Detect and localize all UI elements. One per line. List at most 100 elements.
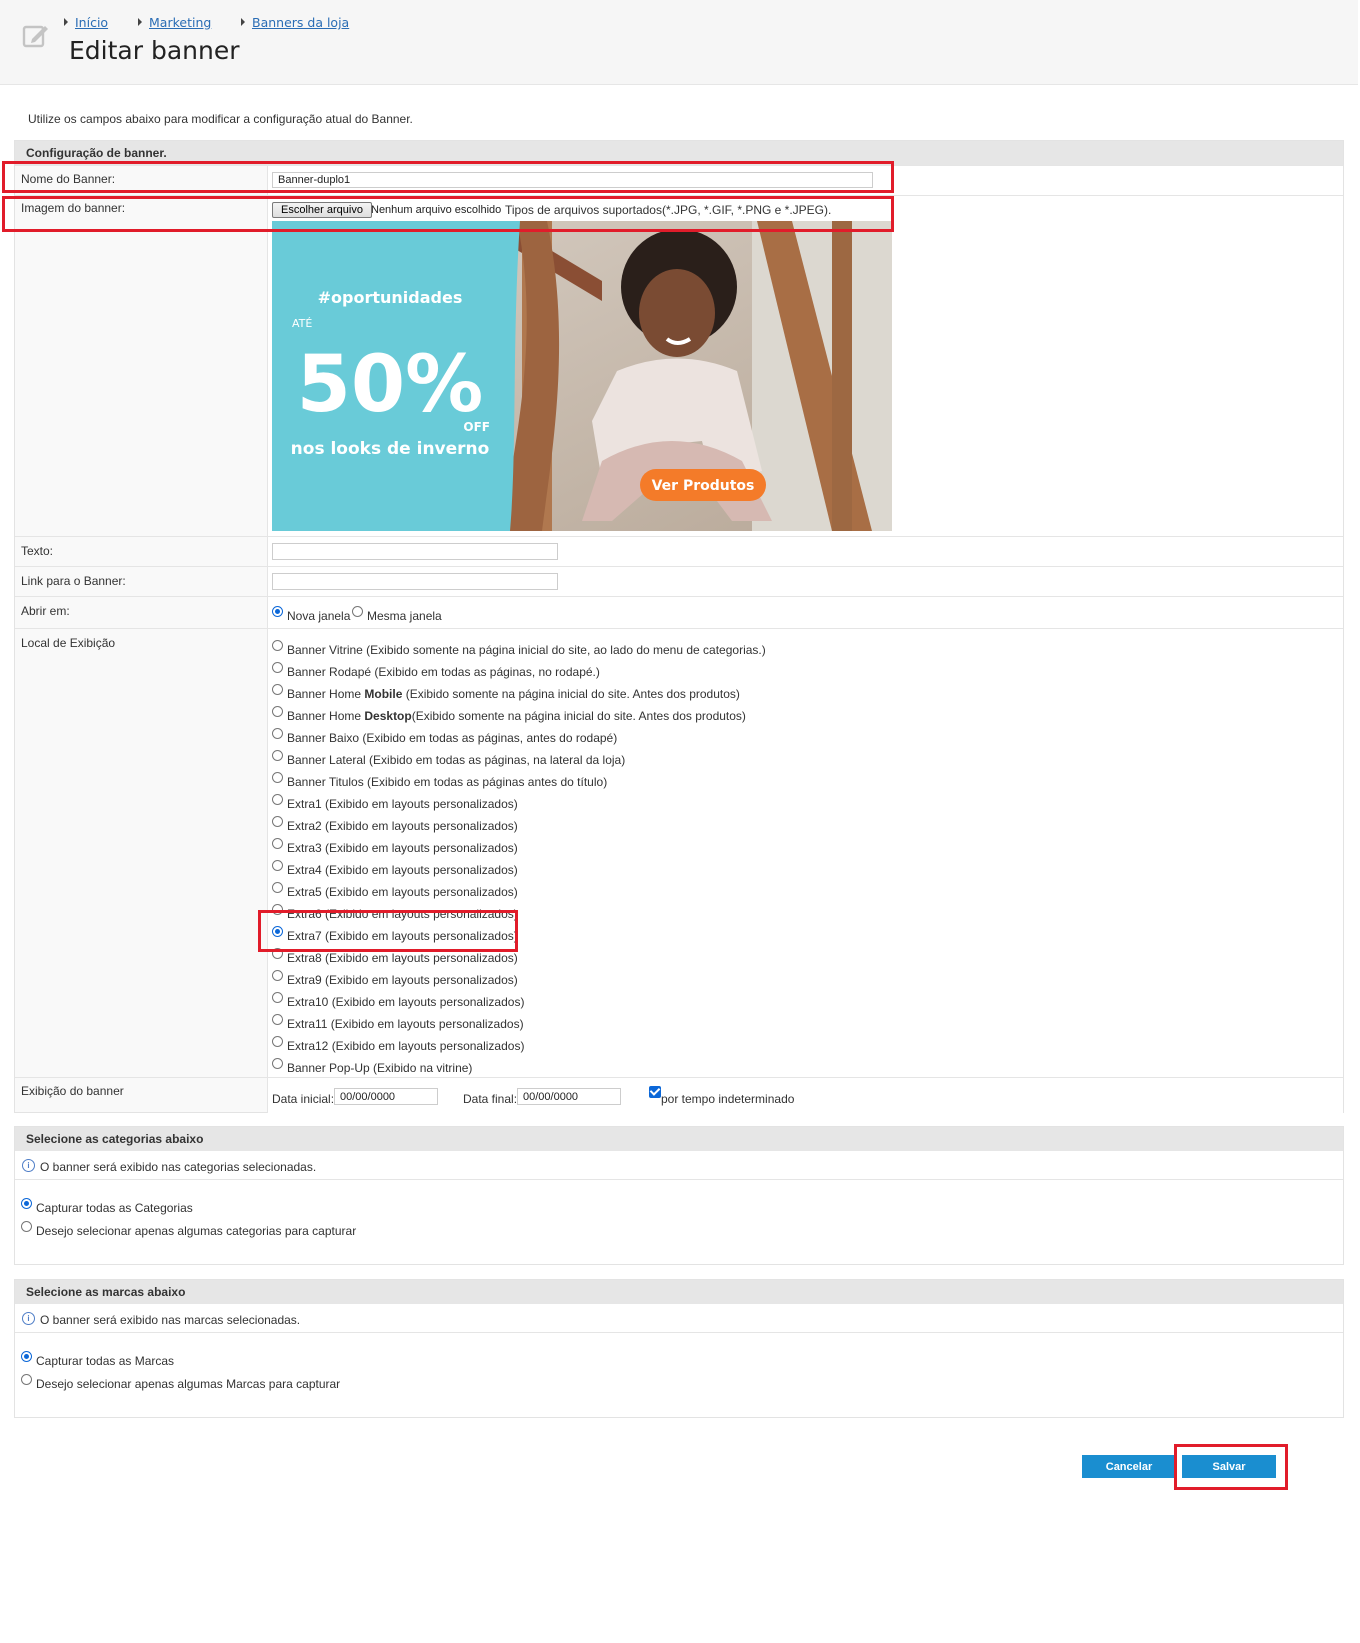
radio-all-brands[interactable] [21,1351,32,1362]
edit-icon [22,25,48,48]
radio-all-categories[interactable] [21,1198,32,1209]
breadcrumb-link[interactable]: Banners da loja [252,15,349,30]
option-label: Extra8 (Exibido em layouts personalizado… [287,951,518,965]
radio-display-location[interactable] [272,772,283,783]
all-categories-option[interactable]: Capturar todas as Categorias [21,1198,193,1215]
some-brands-option[interactable]: Desejo selecionar apenas algumas Marcas … [21,1374,340,1391]
banner-name-input[interactable] [272,172,873,188]
display-location-option[interactable]: Extra6 (Exibido em layouts personalizado… [272,904,518,921]
field-label: Exibição do banner [21,1084,124,1098]
option-label: Extra7 (Exibido em layouts personalizado… [287,929,518,943]
breadcrumb-item-inicio[interactable]: Início [64,15,108,30]
option-label-suffix: (Exibido somente na página inicial do si… [411,709,746,723]
display-location-option[interactable]: Extra8 (Exibido em layouts personalizado… [272,948,518,965]
display-location-option[interactable]: Extra7 (Exibido em layouts personalizado… [272,926,518,943]
radio-display-location[interactable] [272,992,283,1003]
radio-display-location[interactable] [272,970,283,981]
display-location-options: Banner Vitrine (Exibido somente na págin… [267,629,1343,1078]
choose-file-button[interactable]: Escolher arquivo [272,202,372,218]
radio-display-location[interactable] [272,640,283,651]
radio-display-location[interactable] [272,684,283,695]
display-location-option[interactable]: Extra5 (Exibido em layouts personalizado… [272,882,518,899]
option-label: Banner Home [287,687,365,701]
open-new-window-option[interactable]: Nova janela [272,606,351,623]
row-display-period: Exibição do banner Data inicial: Data fi… [15,1077,1343,1113]
option-label: Mesma janela [367,609,442,623]
radio-display-location[interactable] [272,728,283,739]
display-location-option[interactable]: Extra2 (Exibido em layouts personalizado… [272,816,518,833]
radio-display-location[interactable] [272,1036,283,1047]
indefinite-checkbox[interactable] [649,1086,661,1098]
display-location-option[interactable]: Banner Home Desktop(Exibido somente na p… [272,706,746,723]
breadcrumb-item-banners[interactable]: Banners da loja [241,15,349,30]
banner-text-input[interactable] [272,543,558,560]
option-label: Banner Rodapé (Exibido em todas as págin… [287,665,600,679]
display-location-option[interactable]: Extra9 (Exibido em layouts personalizado… [272,970,518,987]
radio-display-location[interactable] [272,750,283,761]
start-date-input[interactable] [334,1088,438,1105]
breadcrumb-arrow-icon [64,18,68,26]
radio-display-location[interactable] [272,662,283,673]
radio-display-location[interactable] [272,1014,283,1025]
option-label: Banner Pop-Up (Exibido na vitrine) [287,1061,473,1075]
option-label: Extra12 (Exibido em layouts personalizad… [287,1039,525,1053]
end-date-input[interactable] [517,1088,621,1105]
option-label: Extra6 (Exibido em layouts personalizado… [287,907,518,921]
radio-display-location[interactable] [272,706,283,717]
display-location-option[interactable]: Banner Home Mobile (Exibido somente na p… [272,684,740,701]
start-date-label: Data inicial: [272,1092,335,1106]
breadcrumb-item-marketing[interactable]: Marketing [138,15,211,30]
radio-display-location[interactable] [272,838,283,849]
option-label: Nova janela [287,609,351,623]
breadcrumb-arrow-icon [138,18,142,26]
brands-info: i O banner será exibido nas marcas seleci… [22,1312,300,1327]
breadcrumb-link[interactable]: Marketing [149,15,211,30]
brands-section: Selecione as marcas abaixo i O banner ser… [14,1279,1344,1418]
option-label: Desejo selecionar apenas algumas categor… [36,1224,357,1238]
all-brands-option[interactable]: Capturar todas as Marcas [21,1351,174,1368]
radio-display-location[interactable] [272,948,283,959]
display-location-option[interactable]: Extra11 (Exibido em layouts personalizad… [272,1014,524,1031]
field-label: Abrir em: [21,604,70,618]
radio-display-location[interactable] [272,794,283,805]
radio-display-location[interactable] [272,860,283,871]
info-text: O banner será exibido nas categorias sel… [40,1160,317,1174]
option-label: Banner Titulos (Exibido em todas as pági… [287,775,608,789]
display-location-option[interactable]: Banner Vitrine (Exibido somente na págin… [272,640,766,657]
display-location-option[interactable]: Banner Baixo (Exibido em todas as página… [272,728,617,745]
open-same-window-option[interactable]: Mesma janela [352,606,442,623]
display-location-option[interactable]: Banner Rodapé (Exibido em todas as págin… [272,662,600,679]
breadcrumb-arrow-icon [241,18,245,26]
display-location-option[interactable]: Extra1 (Exibido em layouts personalizado… [272,794,518,811]
radio-display-location[interactable] [272,904,283,915]
info-icon: i [22,1159,35,1172]
option-label-emphasis: Mobile [364,687,403,701]
save-button[interactable]: Salvar [1182,1455,1276,1478]
banner-preview-image: #oportunidades ATÉ 50% OFF nos looks de … [272,221,892,531]
field-label: Link para o Banner: [21,574,126,588]
radio-display-location[interactable] [272,882,283,893]
radio-some-categories[interactable] [21,1221,32,1232]
radio-display-location[interactable] [272,926,283,937]
display-location-option[interactable]: Banner Titulos (Exibido em todas as pági… [272,772,608,789]
radio-display-location[interactable] [272,816,283,827]
row-open-in: Abrir em: Nova janela Mesma janela [15,596,1343,629]
display-location-option[interactable]: Extra12 (Exibido em layouts personalizad… [272,1036,525,1053]
display-location-option[interactable]: Banner Lateral (Exibido em todas as pági… [272,750,625,767]
display-location-option[interactable]: Extra10 (Exibido em layouts personalizad… [272,992,524,1009]
breadcrumb-link[interactable]: Início [75,15,108,30]
option-label: Extra3 (Exibido em layouts personalizado… [287,841,518,855]
some-categories-option[interactable]: Desejo selecionar apenas algumas categor… [21,1221,357,1238]
radio-new-window[interactable] [272,606,283,617]
display-location-option[interactable]: Extra3 (Exibido em layouts personalizado… [272,838,518,855]
cancel-button[interactable]: Cancelar [1082,1455,1176,1478]
radio-some-brands[interactable] [21,1374,32,1385]
banner-link-input[interactable] [272,573,558,590]
radio-display-location[interactable] [272,1058,283,1069]
radio-same-window[interactable] [352,606,363,617]
indefinite-option[interactable]: por tempo indeterminado [649,1086,794,1106]
display-location-option[interactable]: Extra4 (Exibido em layouts personalizado… [272,860,518,877]
option-label: Extra2 (Exibido em layouts personalizado… [287,819,518,833]
option-label: Capturar todas as Categorias [36,1201,193,1215]
display-location-option[interactable]: Banner Pop-Up (Exibido na vitrine) [272,1058,473,1075]
